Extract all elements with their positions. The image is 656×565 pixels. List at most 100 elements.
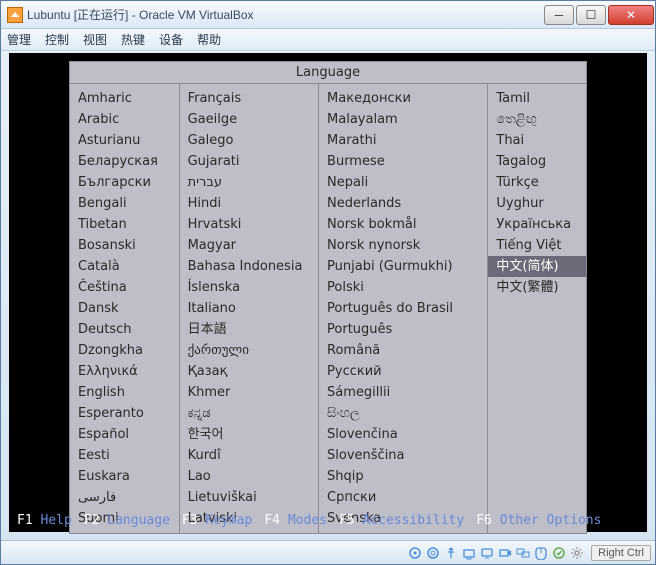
language-option[interactable]: Íslenska [180, 277, 318, 298]
language-option[interactable]: Malayalam [319, 109, 487, 130]
settings-icon[interactable] [569, 545, 585, 561]
language-option[interactable]: 한국어 [180, 424, 318, 445]
language-option[interactable]: තෙළිඟු [488, 109, 586, 130]
language-option[interactable]: Magyar [180, 235, 318, 256]
language-column: FrançaisGaeilgeGalegoGujaratiעבריתHindiH… [180, 84, 319, 533]
close-button[interactable]: ✕ [608, 5, 654, 25]
language-option[interactable]: Български [70, 172, 179, 193]
device-cd-icon[interactable] [425, 545, 441, 561]
language-option[interactable]: English [70, 382, 179, 403]
language-option[interactable]: Amharic [70, 88, 179, 109]
language-option[interactable]: 中文(简体) [488, 256, 586, 277]
maximize-button[interactable]: ☐ [576, 5, 606, 25]
device-hdd-icon[interactable] [407, 545, 423, 561]
language-option[interactable]: Lietuviškai [180, 487, 318, 508]
language-option[interactable]: Català [70, 256, 179, 277]
menu-hotkey[interactable]: 热键 [121, 31, 145, 48]
language-option[interactable]: Bengali [70, 193, 179, 214]
fkey-f5[interactable]: F5 Accessibility [339, 513, 464, 528]
language-option[interactable]: Asturianu [70, 130, 179, 151]
language-option[interactable]: Tibetan [70, 214, 179, 235]
menu-devices[interactable]: 设备 [159, 31, 183, 48]
language-option[interactable]: Norsk nynorsk [319, 235, 487, 256]
language-option[interactable]: Norsk bokmål [319, 214, 487, 235]
language-option[interactable]: 中文(繁體) [488, 277, 586, 298]
device-recording-icon[interactable] [497, 545, 513, 561]
menu-help[interactable]: 帮助 [197, 31, 221, 48]
language-option[interactable]: Kurdî [180, 445, 318, 466]
language-dialog: Language AmharicArabicAsturianuБеларуска… [69, 61, 587, 534]
language-option[interactable]: Српски [319, 487, 487, 508]
language-option[interactable]: Uyghur [488, 193, 586, 214]
language-option[interactable]: Slovenščina [319, 445, 487, 466]
language-option[interactable]: Tamil [488, 88, 586, 109]
language-option[interactable]: Bosanski [70, 235, 179, 256]
language-column: TamilතෙළිඟුThaiTagalogTürkçeUyghurУкраїн… [488, 84, 586, 533]
device-shared-icon[interactable] [461, 545, 477, 561]
language-option[interactable]: Dansk [70, 298, 179, 319]
language-option[interactable]: Esperanto [70, 403, 179, 424]
language-option[interactable]: Español [70, 424, 179, 445]
fkey-f3[interactable]: F3 Keymap [182, 513, 252, 528]
fkey-f4[interactable]: F4 Modes [264, 513, 327, 528]
fkey-f1[interactable]: F1 Help [17, 513, 72, 528]
language-option[interactable]: Tiếng Việt [488, 235, 586, 256]
minimize-button[interactable]: ─ [544, 5, 574, 25]
language-option[interactable]: ಕನ್ನಡ [180, 403, 318, 424]
language-option[interactable]: 日本語 [180, 319, 318, 340]
menu-manage[interactable]: 管理 [7, 31, 31, 48]
language-option[interactable]: Punjabi (Gurmukhi) [319, 256, 487, 277]
device-usb-icon[interactable] [443, 545, 459, 561]
language-option[interactable]: Shqip [319, 466, 487, 487]
language-grid: AmharicArabicAsturianuБеларускаяБългарск… [70, 84, 586, 533]
language-option[interactable]: Gaeilge [180, 109, 318, 130]
language-option[interactable]: Română [319, 340, 487, 361]
language-option[interactable]: Euskara [70, 466, 179, 487]
language-option[interactable]: Arabic [70, 109, 179, 130]
language-option[interactable]: Беларуская [70, 151, 179, 172]
language-option[interactable]: Русский [319, 361, 487, 382]
language-option[interactable]: Polski [319, 277, 487, 298]
language-option[interactable]: Khmer [180, 382, 318, 403]
status-icons [407, 545, 585, 561]
language-option[interactable]: Marathi [319, 130, 487, 151]
language-option[interactable]: فارسی [70, 487, 179, 508]
menu-control[interactable]: 控制 [45, 31, 69, 48]
virtualization-icon[interactable] [551, 545, 567, 561]
language-option[interactable]: Burmese [319, 151, 487, 172]
language-option[interactable]: Thai [488, 130, 586, 151]
language-option[interactable]: Nepali [319, 172, 487, 193]
language-option[interactable]: Nederlands [319, 193, 487, 214]
language-option[interactable]: Tagalog [488, 151, 586, 172]
language-option[interactable]: Türkçe [488, 172, 586, 193]
language-option[interactable]: Português do Brasil [319, 298, 487, 319]
language-option[interactable]: Deutsch [70, 319, 179, 340]
language-option[interactable]: Македонски [319, 88, 487, 109]
language-option[interactable]: සිංහල [319, 403, 487, 424]
language-option[interactable]: Eesti [70, 445, 179, 466]
language-option[interactable]: Hindi [180, 193, 318, 214]
mouse-integration-icon[interactable] [533, 545, 549, 561]
language-option[interactable]: Қазақ [180, 361, 318, 382]
language-option[interactable]: Français [180, 88, 318, 109]
language-option[interactable]: Lao [180, 466, 318, 487]
device-display-icon[interactable] [479, 545, 495, 561]
language-option[interactable]: Dzongkha [70, 340, 179, 361]
language-option[interactable]: Slovenčina [319, 424, 487, 445]
language-option[interactable]: Hrvatski [180, 214, 318, 235]
language-option[interactable]: עברית [180, 172, 318, 193]
device-monitors-icon[interactable] [515, 545, 531, 561]
language-option[interactable]: Sámegillii [319, 382, 487, 403]
language-option[interactable]: Gujarati [180, 151, 318, 172]
language-option[interactable]: Galego [180, 130, 318, 151]
language-option[interactable]: Português [319, 319, 487, 340]
fkey-f2[interactable]: F2 Language [84, 513, 170, 528]
fkey-f6[interactable]: F6 Other Options [476, 513, 601, 528]
language-option[interactable]: Italiano [180, 298, 318, 319]
language-option[interactable]: ქართული [180, 340, 318, 361]
language-option[interactable]: Українська [488, 214, 586, 235]
language-option[interactable]: Bahasa Indonesia [180, 256, 318, 277]
language-option[interactable]: Čeština [70, 277, 179, 298]
menu-view[interactable]: 视图 [83, 31, 107, 48]
language-option[interactable]: Ελληνικά [70, 361, 179, 382]
